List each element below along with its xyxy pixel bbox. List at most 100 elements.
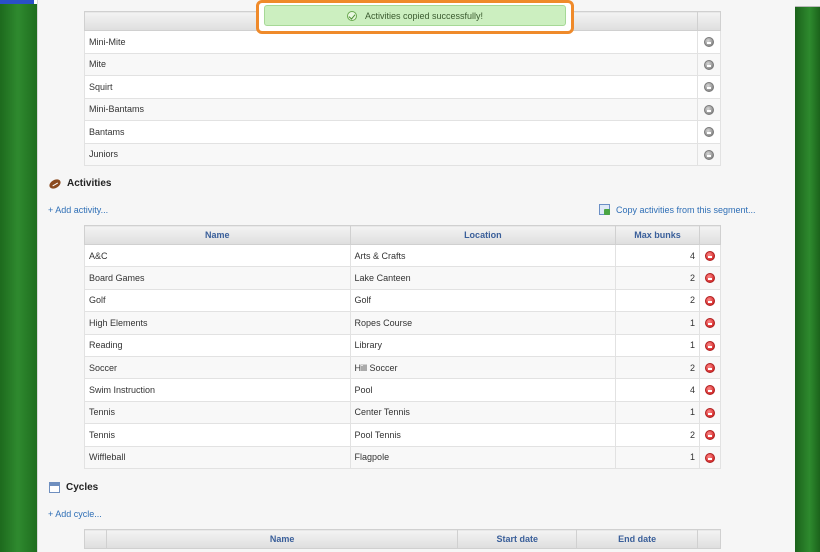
remove-icon[interactable] [704,82,714,93]
activity-max-bunks: 2 [615,266,700,290]
activity-remove-cell [698,243,722,268]
activity-max-bunks: 1 [615,311,700,335]
success-toast-body: Activities copied successfully! [264,5,566,26]
activity-max-bunks: 2 [615,423,700,447]
group-remove-cell [697,30,721,54]
activity-row: Golf Golf 2 [84,288,722,313]
remove-icon[interactable] [704,407,715,418]
activity-row: Wiffleball Flagpole 1 [84,445,722,469]
group-remove-cell [697,75,721,99]
activities-header-row: Name Location Max bunks [84,225,722,245]
activity-row: Swim Instruction Pool 4 [84,378,722,402]
activity-max-bunks: 1 [615,445,700,469]
activities-header-name[interactable]: Name [84,225,351,245]
activity-remove-cell [698,266,722,290]
activity-row: Soccer Hill Soccer 2 [84,355,722,380]
group-remove-cell [697,52,721,76]
remove-icon[interactable] [704,59,714,70]
remove-icon[interactable] [704,37,714,48]
activity-name: Golf [84,288,351,313]
remove-icon[interactable] [704,273,715,284]
activity-max-bunks: 2 [615,288,700,313]
group-remove-cell [697,120,721,144]
group-row: Mini-Bantams [84,97,721,121]
activity-name: Soccer [84,355,351,380]
remove-icon[interactable] [704,295,715,306]
activity-max-bunks: 4 [615,378,700,402]
group-row: Squirt [84,75,721,99]
group-row: Juniors [84,142,721,166]
activity-remove-cell [698,355,722,380]
activities-header-max-bunks[interactable]: Max bunks [615,225,700,245]
activity-location: Hill Soccer [349,355,617,380]
add-activity-link[interactable]: + Add activity... [48,205,108,215]
activity-row: Tennis Center Tennis 1 [84,400,722,425]
group-row: Mite [84,52,721,76]
activities-header-action [698,225,722,245]
activity-remove-cell [698,311,722,335]
activity-remove-cell [698,400,722,425]
group-name: Juniors [84,142,698,166]
activity-row: Tennis Pool Tennis 2 [84,423,722,447]
cycles-table: Name Start date End date [84,529,721,549]
group-name: Squirt [84,75,698,99]
remove-icon[interactable] [704,385,715,396]
activity-name: Board Games [84,266,351,290]
group-remove-cell [697,142,721,166]
background-right [794,0,820,552]
activity-row: High Elements Ropes Course 1 [84,311,722,335]
success-toast: Activities copied successfully! [256,0,574,34]
cycles-section-title: Cycles [49,482,98,493]
remove-icon[interactable] [704,430,715,441]
activity-location: Library [349,333,617,357]
cycles-header-select [84,529,107,549]
activity-location: Center Tennis [349,400,617,425]
activity-max-bunks: 2 [615,355,700,380]
remove-icon[interactable] [704,340,715,351]
activity-name: Wiffleball [84,445,351,469]
group-remove-cell [697,97,721,121]
groups-header-action [697,11,721,31]
activities-header-location[interactable]: Location [349,225,617,245]
activity-max-bunks: 1 [615,333,700,357]
cycles-header-name[interactable]: Name [105,529,459,549]
activity-name: High Elements [84,311,351,335]
cycles-header-action [697,529,721,549]
toast-message: Activities copied successfully! [364,10,484,21]
remove-icon[interactable] [704,318,715,329]
activity-remove-cell [698,445,722,469]
activity-location: Arts & Crafts [349,243,617,268]
remove-icon[interactable] [704,127,714,138]
activity-max-bunks: 1 [615,400,700,425]
activity-name: Tennis [84,423,351,447]
cycles-header-end-date[interactable]: End date [576,529,698,549]
football-icon [47,177,63,190]
group-name: Bantams [84,120,698,144]
group-row: Bantams [84,120,721,144]
copy-icon [599,204,610,215]
copy-activities-link[interactable]: Copy activities from this segment... [599,204,756,215]
activity-remove-cell [698,423,722,447]
remove-icon[interactable] [704,251,715,261]
activity-name: Swim Instruction [84,378,351,402]
activity-name: Reading [84,333,351,357]
groups-table: Mini-Mite Mite Squirt Mini-Bantams Bantams Ju… [84,11,721,166]
activity-row: Board Games Lake Canteen 2 [84,266,722,290]
activities-table: Name Location Max bunks A&C Arts & Crafts… [84,225,722,469]
activities-section-title: Activities [47,177,111,190]
group-name: Mite [84,52,698,76]
activity-remove-cell [698,333,722,357]
add-cycle-link[interactable]: + Add cycle... [48,509,102,519]
remove-icon[interactable] [704,149,714,160]
remove-icon[interactable] [704,452,715,463]
cycles-header-start-date[interactable]: Start date [457,529,578,549]
activity-location: Pool Tennis [349,423,617,447]
cycles-header-row: Name Start date End date [84,529,721,549]
activity-row: A&C Arts & Crafts 4 [84,243,722,268]
remove-icon[interactable] [704,362,715,373]
remove-icon[interactable] [704,104,714,115]
main-content: Mini-Mite Mite Squirt Mini-Bantams Bantams Ju… [37,0,795,552]
activity-name: A&C [84,243,351,268]
activity-location: Flagpole [349,445,617,469]
activity-location: Ropes Course [349,311,617,335]
